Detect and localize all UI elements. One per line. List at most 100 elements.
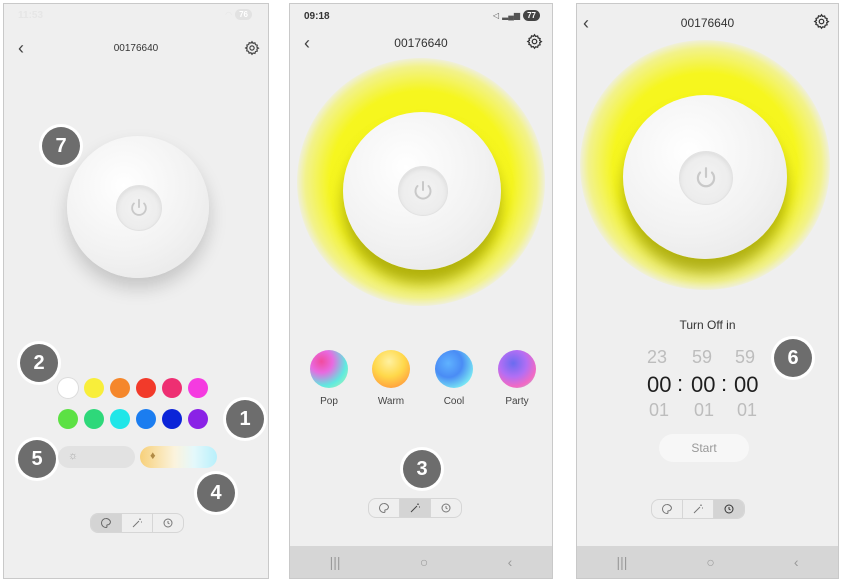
color-swatch[interactable] <box>84 409 104 429</box>
device-title: 00176640 <box>394 36 448 50</box>
phone-screen-timer: ‹ 00176640 Turn Off in 23 59 59 00 : 00 … <box>576 3 839 579</box>
color-swatch[interactable] <box>58 409 78 429</box>
scene-pop-preview <box>310 350 348 388</box>
timer-minutes-next: 01 <box>694 400 715 420</box>
tab-timer[interactable] <box>714 500 744 518</box>
color-swatch[interactable] <box>188 409 208 429</box>
gear-icon <box>526 33 543 50</box>
scene-cool-preview <box>435 350 473 388</box>
color-temperature-slider[interactable]: ♦ <box>140 446 217 468</box>
palette-icon <box>101 517 112 529</box>
scene-party[interactable]: Party <box>497 350 537 407</box>
system-navbar: ||| ○ ‹ <box>290 546 552 578</box>
color-swatch[interactable] <box>136 409 156 429</box>
tab-color[interactable] <box>369 499 400 517</box>
color-swatch[interactable] <box>188 378 208 398</box>
scene-warm-preview <box>372 350 410 388</box>
color-swatch[interactable] <box>110 409 130 429</box>
signal-icon: ▂▄▆ <box>502 11 521 20</box>
callout-badge-7: 7 <box>42 127 80 165</box>
tab-scene[interactable] <box>122 514 153 532</box>
scene-pop[interactable]: Pop <box>309 350 349 407</box>
system-navbar: ||| ○ ‹ <box>577 546 838 578</box>
status-time: 09:18 <box>304 11 330 22</box>
scene-cool[interactable]: Cool <box>434 350 474 407</box>
status-time: 11:53 <box>18 10 44 21</box>
power-button[interactable] <box>679 151 733 205</box>
mode-tabs <box>651 499 745 519</box>
timer-hours-prev: 23 <box>647 347 668 367</box>
scene-warm[interactable]: Warm <box>371 350 411 407</box>
status-icons: ◠ 76 <box>225 9 252 20</box>
power-icon <box>696 167 716 188</box>
tab-color[interactable] <box>652 500 683 518</box>
scene-party-preview <box>498 350 536 388</box>
scene-label: Cool <box>443 396 465 407</box>
timer-separator: : <box>677 371 684 396</box>
wifi-icon: ◠ <box>225 10 233 19</box>
power-icon <box>131 198 147 216</box>
magic-wand-icon <box>693 504 703 514</box>
settings-button[interactable] <box>244 40 260 61</box>
palette-icon <box>662 503 673 515</box>
battery-badge: 77 <box>523 10 540 21</box>
tab-scene[interactable] <box>683 500 714 518</box>
system-back-button[interactable]: ‹ <box>794 554 799 570</box>
callout-badge-4: 4 <box>197 474 235 512</box>
power-button[interactable] <box>116 185 162 231</box>
tab-timer[interactable] <box>153 514 183 532</box>
recent-apps-button[interactable]: ||| <box>616 554 627 570</box>
color-swatch[interactable] <box>84 378 104 398</box>
mode-tabs <box>90 513 184 533</box>
brightness-slider[interactable]: ☼ <box>58 446 135 468</box>
timer-seconds-next: 01 <box>737 400 758 420</box>
power-button[interactable] <box>398 166 448 216</box>
status-icons: ◁ ▂▄▆ 77 <box>493 10 540 21</box>
color-swatch[interactable] <box>58 378 78 398</box>
device-title: 00176640 <box>113 43 159 54</box>
color-swatch[interactable] <box>110 378 130 398</box>
timer-hours-next: 01 <box>649 400 670 420</box>
timer-icon <box>163 518 173 528</box>
settings-button[interactable] <box>526 33 543 55</box>
mode-tabs <box>368 498 462 518</box>
settings-button[interactable] <box>813 13 830 35</box>
color-swatch[interactable] <box>136 378 156 398</box>
magic-wand-icon <box>132 518 142 528</box>
callout-badge-6: 6 <box>774 339 812 377</box>
callout-badge-5: 5 <box>18 440 56 478</box>
power-icon <box>414 181 432 200</box>
callout-badge-1: 1 <box>226 400 264 438</box>
home-button[interactable]: ○ <box>420 554 428 570</box>
timer-minutes[interactable]: 00 <box>691 372 715 398</box>
tab-color[interactable] <box>91 514 122 532</box>
magic-wand-icon <box>410 503 420 513</box>
palette-icon <box>379 502 390 514</box>
tab-scene[interactable] <box>400 499 431 517</box>
battery-badge: 76 <box>235 9 252 20</box>
callout-badge-3: 3 <box>403 450 441 488</box>
recent-apps-button[interactable]: ||| <box>330 554 341 570</box>
system-back-button[interactable]: ‹ <box>508 554 513 570</box>
mute-icon: ◁ <box>492 11 500 20</box>
timer-icon <box>441 503 451 513</box>
timer-hours[interactable]: 00 <box>647 372 671 398</box>
phone-screen-scene: 09:18 ◁ ▂▄▆ 77 ‹ 00176640 Pop Warm Cool … <box>289 3 553 579</box>
timer-minutes-prev: 59 <box>692 347 713 367</box>
timer-seconds[interactable]: 00 <box>734 372 758 398</box>
timer-label: Turn Off in <box>679 318 736 332</box>
scene-label: Party <box>505 396 529 407</box>
timer-seconds-prev: 59 <box>735 347 756 367</box>
start-button[interactable]: Start <box>659 434 749 462</box>
color-swatch[interactable] <box>162 409 182 429</box>
scene-label: Warm <box>377 396 405 407</box>
timer-icon <box>724 504 734 514</box>
home-button[interactable]: ○ <box>706 554 714 570</box>
timer-separator: : <box>721 371 728 396</box>
gear-icon <box>813 13 830 30</box>
color-swatch[interactable] <box>162 378 182 398</box>
drop-icon: ♦ <box>150 450 156 462</box>
device-title: 00176640 <box>680 16 735 30</box>
sun-icon: ☼ <box>68 450 79 462</box>
tab-timer[interactable] <box>431 499 461 517</box>
